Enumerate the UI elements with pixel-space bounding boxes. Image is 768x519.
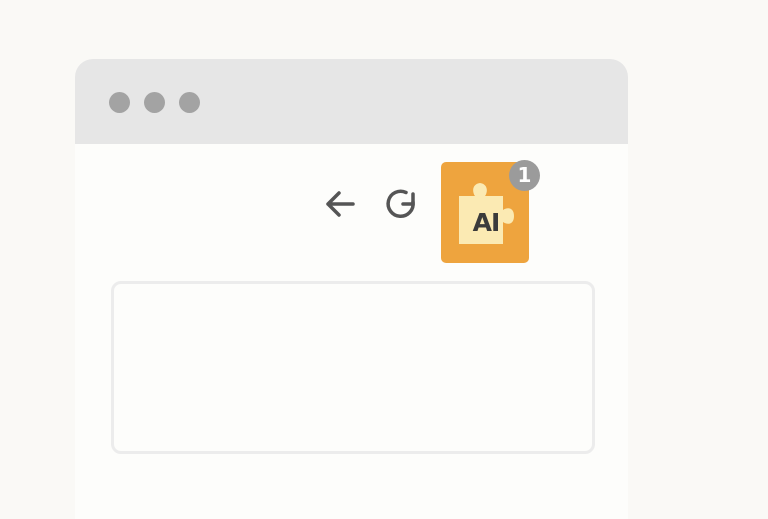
reload-button[interactable]: [381, 186, 421, 226]
notification-badge: 1: [509, 160, 540, 191]
window-minimize-button[interactable]: [144, 92, 165, 113]
window-maximize-button[interactable]: [179, 92, 200, 113]
extension-label: AI: [472, 208, 501, 237]
window-close-button[interactable]: [109, 92, 130, 113]
browser-window: AI 1: [75, 59, 628, 519]
back-button[interactable]: [320, 186, 360, 226]
title-bar: [75, 59, 628, 144]
reload-icon: [383, 186, 419, 227]
arrow-left-icon: [322, 186, 358, 227]
content-area: [111, 281, 595, 454]
